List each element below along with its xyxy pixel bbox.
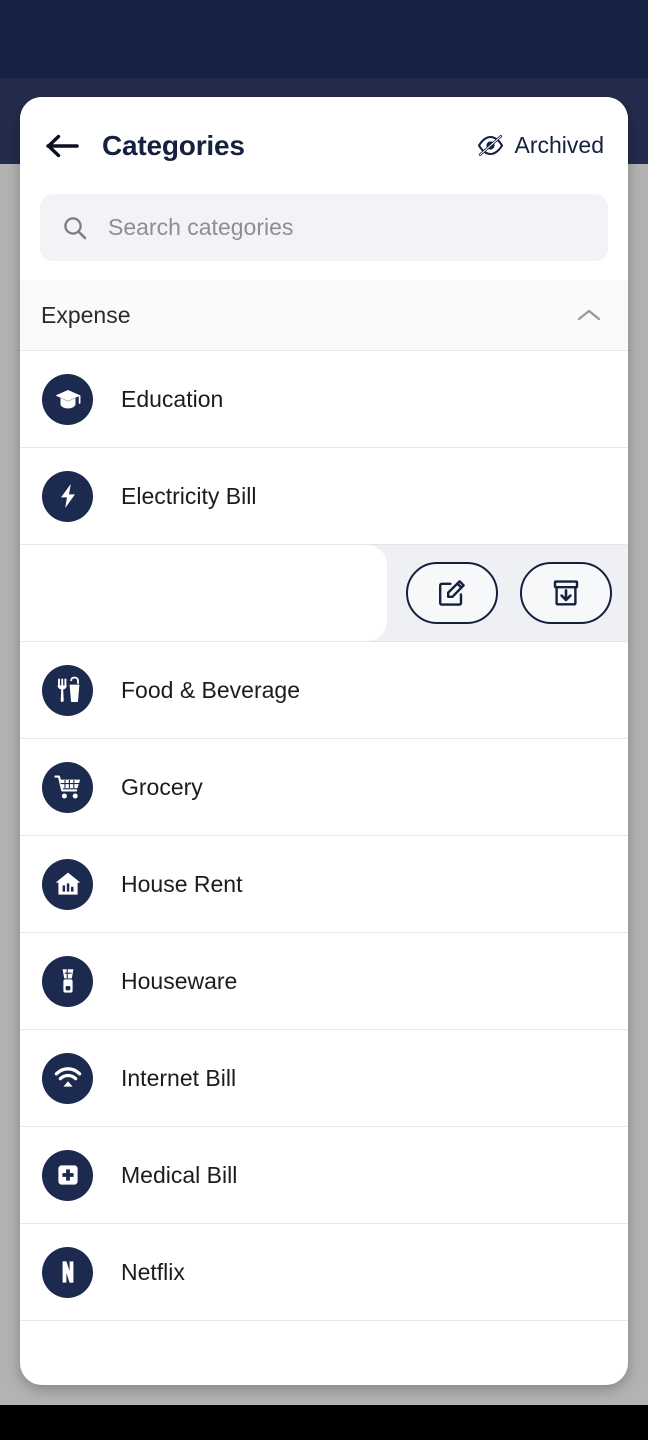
status-bar [0, 0, 648, 78]
shopping-cart-icon [42, 761, 93, 813]
eye-off-icon [477, 135, 504, 156]
section-header-expense[interactable]: Expense [20, 280, 628, 351]
netflix-n-icon [42, 1246, 93, 1298]
archive-box-down-arrow-icon [552, 579, 580, 607]
category-label: Internet Bill [121, 1064, 237, 1091]
category-label: Food & Beverage [121, 676, 301, 703]
page-header: Categories Archived [20, 97, 628, 194]
chevron-up-icon[interactable] [576, 307, 602, 323]
table-row[interactable]: Houseware [20, 933, 628, 1030]
search-icon [62, 215, 88, 241]
fork-and-cup-icon [42, 664, 93, 716]
category-label: Netflix [121, 1258, 185, 1285]
swiped-row-face[interactable] [20, 545, 387, 641]
back-button[interactable] [40, 123, 86, 169]
arrow-left-icon [46, 133, 80, 159]
archived-toggle-button[interactable]: Archived [475, 126, 606, 165]
table-row-swiped-open[interactable] [20, 545, 628, 642]
table-row[interactable]: Netflix [20, 1224, 628, 1321]
categories-card: Categories Archived Search categories Ex… [20, 97, 628, 1385]
section-title: Expense [41, 301, 131, 328]
blender-icon [42, 955, 93, 1007]
search-section: Search categories [20, 194, 628, 280]
system-navigation-bar [0, 1405, 648, 1440]
category-label: Grocery [121, 773, 203, 800]
edit-button[interactable] [406, 562, 498, 624]
categories-list: Education Electricity Bill Food & Bevera… [20, 351, 628, 1385]
category-label: Medical Bill [121, 1161, 238, 1188]
page-title: Categories [102, 129, 245, 161]
archived-label: Archived [514, 132, 604, 158]
category-label: Electricity Bill [121, 482, 257, 509]
table-row[interactable]: House Rent [20, 836, 628, 933]
edit-square-pencil-icon [438, 579, 466, 607]
table-row[interactable]: Grocery [20, 739, 628, 836]
table-row[interactable]: Education [20, 351, 628, 448]
category-label: House Rent [121, 870, 243, 897]
medical-cross-icon [42, 1149, 93, 1201]
table-row[interactable]: Electricity Bill [20, 448, 628, 545]
phone-screen: Categories Archived Search categories Ex… [0, 0, 648, 1440]
archive-button[interactable] [520, 562, 612, 624]
wifi-icon [42, 1052, 93, 1104]
search-input[interactable]: Search categories [40, 194, 608, 261]
house-bank-icon [42, 858, 93, 910]
lightning-bolt-icon [42, 470, 93, 522]
category-label: Houseware [121, 967, 238, 994]
table-row[interactable]: Food & Beverage [20, 642, 628, 739]
graduation-cap-icon [42, 373, 93, 425]
table-row[interactable]: Internet Bill [20, 1030, 628, 1127]
search-placeholder: Search categories [108, 214, 294, 240]
category-label: Education [121, 385, 224, 412]
table-row[interactable]: Medical Bill [20, 1127, 628, 1224]
